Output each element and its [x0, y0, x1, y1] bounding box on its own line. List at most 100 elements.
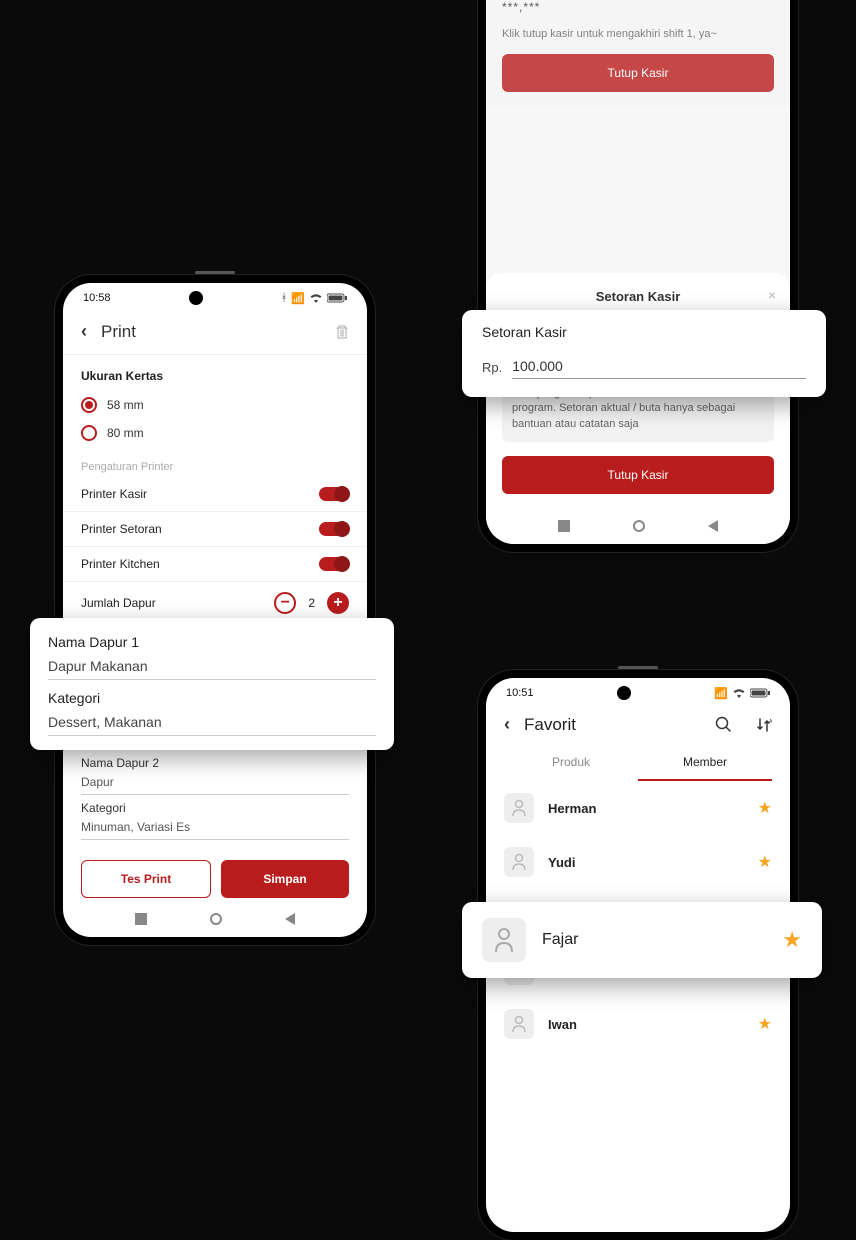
dapur-2-block: Nama Dapur 2 Kategori	[63, 744, 367, 846]
member-row[interactable]: Yudi ★	[486, 835, 790, 889]
toggle-printer-kasir[interactable]: Printer Kasir	[63, 477, 367, 512]
radio-80mm[interactable]: 80 mm	[63, 419, 367, 447]
phone-print: 10:58 ᚼ 📶 ‹ Print Ukuran Kertas	[55, 275, 375, 945]
confirm-close-button[interactable]: Tutup Kasir	[502, 456, 774, 494]
member-name: Fajar	[542, 931, 766, 949]
trash-icon[interactable]	[335, 324, 349, 340]
avatar-icon	[482, 918, 526, 962]
printer-settings-label: Pengaturan Printer	[63, 447, 367, 477]
member-name: Yudi	[548, 855, 744, 870]
back-icon[interactable]: ‹	[81, 321, 87, 342]
wifi-icon	[309, 293, 323, 303]
save-button[interactable]: Simpan	[221, 860, 349, 898]
screen-setoran: Di Surabaya Pendapatan ***,*** Klik tutu…	[486, 0, 790, 544]
currency-label: Rp.	[482, 360, 502, 379]
toggle-label: Printer Kasir	[81, 487, 147, 501]
recents-button[interactable]	[558, 520, 570, 532]
setoran-title: Setoran Kasir	[482, 324, 806, 340]
stepper: − 2 +	[274, 592, 349, 614]
close-icon[interactable]: ×	[768, 287, 776, 303]
dapur-1-name-input[interactable]	[48, 650, 376, 680]
sort-icon[interactable]: A	[756, 717, 772, 733]
stepper-value: 2	[308, 596, 315, 610]
dimmed-content: Di Surabaya Pendapatan ***,*** Klik tutu…	[486, 0, 790, 108]
android-nav	[486, 508, 790, 536]
star-icon[interactable]: ★	[758, 798, 772, 818]
sheet-title: Setoran Kasir	[502, 289, 774, 304]
radio-icon	[81, 425, 97, 441]
status-icons: 📶	[714, 687, 770, 700]
battery-icon	[750, 688, 770, 698]
paper-size-label: Ukuran Kertas	[63, 355, 367, 391]
star-icon[interactable]: ★	[782, 927, 802, 953]
tab-produk[interactable]: Produk	[504, 745, 638, 781]
avatar-icon	[504, 1009, 534, 1039]
dapur-1-card: Nama Dapur 1 Kategori	[30, 618, 394, 750]
income-masked: ***,***	[502, 0, 774, 14]
minus-button[interactable]: −	[274, 592, 296, 614]
radio-icon	[81, 397, 97, 413]
tabs: Produk Member	[486, 745, 790, 781]
status-time: 10:58	[83, 292, 111, 304]
dapur-1-label: Nama Dapur 1	[48, 634, 376, 650]
wifi-icon	[732, 688, 746, 698]
toggle-switch[interactable]	[319, 487, 349, 501]
tab-member[interactable]: Member	[638, 745, 772, 781]
status-icons: ᚼ 📶	[281, 292, 347, 305]
camera-notch	[617, 686, 631, 700]
signal-icon: 📶	[291, 292, 305, 305]
android-nav	[63, 901, 367, 929]
camera-notch	[189, 291, 203, 305]
dapur-2-label: Nama Dapur 2	[81, 750, 349, 770]
avatar-icon	[504, 793, 534, 823]
page-title: Favorit	[524, 715, 701, 735]
back-button[interactable]	[285, 913, 295, 925]
toggle-label: Printer Setoran	[81, 522, 162, 536]
dapur-1-kategori-label: Kategori	[48, 690, 376, 706]
status-bar: 10:58 ᚼ 📶	[63, 283, 367, 309]
dapur-2-kategori-label: Kategori	[81, 795, 349, 815]
plus-button[interactable]: +	[327, 592, 349, 614]
home-button[interactable]	[633, 520, 645, 532]
page-title: Print	[101, 322, 321, 342]
back-icon[interactable]: ‹	[504, 714, 510, 735]
avatar-icon	[504, 847, 534, 877]
radio-label: 80 mm	[107, 426, 144, 440]
setoran-row: Rp.	[482, 340, 806, 379]
setoran-input-card: Setoran Kasir Rp.	[462, 310, 826, 397]
svg-text:A: A	[769, 719, 772, 725]
member-highlight-card[interactable]: Fajar ★	[462, 902, 822, 978]
dapur-2-kategori-input[interactable]	[81, 815, 349, 840]
button-row: Tes Print Simpan	[63, 846, 367, 904]
screen-header: ‹ Favorit A	[486, 704, 790, 745]
battery-icon	[327, 293, 347, 303]
member-row[interactable]: Herman ★	[486, 781, 790, 835]
member-row[interactable]: Iwan ★	[486, 997, 790, 1051]
toggle-label: Printer Kitchen	[81, 557, 160, 571]
radio-58mm[interactable]: 58 mm	[63, 391, 367, 419]
toggle-switch[interactable]	[319, 522, 349, 536]
bluetooth-icon: ᚼ	[281, 292, 288, 304]
dapur-1-kategori-input[interactable]	[48, 706, 376, 736]
close-kasir-button[interactable]: Tutup Kasir	[502, 54, 774, 92]
radio-label: 58 mm	[107, 398, 144, 412]
toggle-printer-setoran[interactable]: Printer Setoran	[63, 512, 367, 547]
toggle-switch[interactable]	[319, 557, 349, 571]
toggle-printer-kitchen[interactable]: Printer Kitchen	[63, 547, 367, 582]
star-icon[interactable]: ★	[758, 1014, 772, 1034]
status-time: 10:51	[506, 687, 534, 699]
member-name: Herman	[548, 801, 744, 816]
signal-icon: 📶	[714, 687, 728, 700]
screen-print: 10:58 ᚼ 📶 ‹ Print Ukuran Kertas	[63, 283, 367, 937]
screen-header: ‹ Print	[63, 309, 367, 355]
status-bar: 10:51 📶	[486, 678, 790, 704]
back-button[interactable]	[708, 520, 718, 532]
star-icon[interactable]: ★	[758, 852, 772, 872]
test-print-button[interactable]: Tes Print	[81, 860, 211, 898]
setoran-amount-input[interactable]	[512, 354, 806, 379]
search-icon[interactable]	[715, 716, 732, 733]
recents-button[interactable]	[135, 913, 147, 925]
dapur-2-name-input[interactable]	[81, 770, 349, 795]
close-hint: Klik tutup kasir untuk mengakhiri shift …	[502, 14, 774, 54]
home-button[interactable]	[210, 913, 222, 925]
